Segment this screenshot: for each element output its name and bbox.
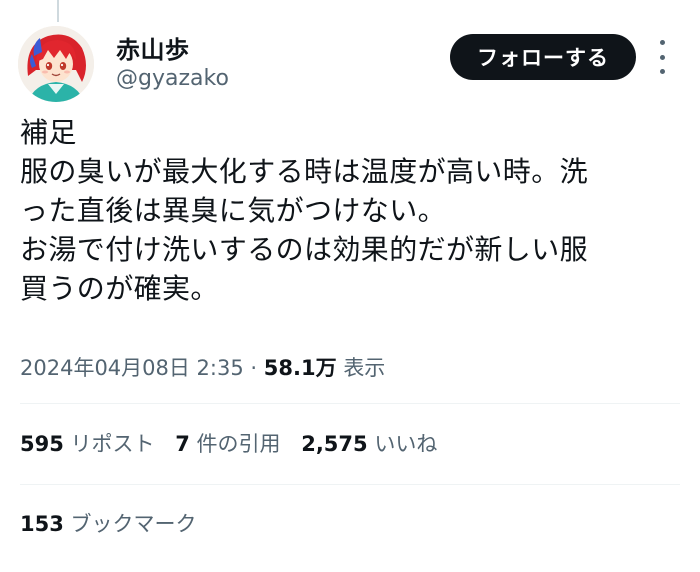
- tweet-meta: 2024年04月08日 2:35 · 58.1万 表示: [20, 352, 385, 382]
- thread-line: [57, 0, 59, 22]
- divider: [20, 403, 680, 404]
- tweet-line: 服の臭いが最大化する時は温度が高い時。洗: [20, 155, 589, 188]
- divider: [20, 484, 680, 485]
- quotes-stat[interactable]: 7 件の引用: [175, 432, 280, 456]
- tweet-line: 補足: [20, 116, 77, 149]
- quotes-count: 7: [175, 432, 190, 456]
- meta-separator: ·: [250, 356, 258, 380]
- more-options-icon[interactable]: [650, 40, 674, 74]
- author-handle[interactable]: @gyazako: [116, 66, 229, 91]
- tweet-line: お湯で付け洗いするのは効果的だが新しい服: [20, 233, 589, 266]
- more-dot: [659, 54, 665, 60]
- more-dot: [659, 69, 665, 74]
- author-display-name[interactable]: 赤山歩: [116, 30, 190, 65]
- likes-stat[interactable]: 2,575 いいね: [301, 432, 437, 456]
- views-count: 58.1万: [263, 356, 337, 380]
- quotes-label: 件の引用: [196, 432, 281, 456]
- views-label: 表示: [343, 356, 386, 380]
- follow-button[interactable]: フォローする: [450, 34, 636, 80]
- more-dot: [659, 40, 665, 45]
- anime-character-avatar-icon: [18, 26, 94, 102]
- tweet-timestamp[interactable]: 2024年04月08日 2:35: [20, 356, 244, 380]
- tweet-text: 補足 服の臭いが最大化する時は温度が高い時。洗 った直後は異臭に気がつけない。 …: [20, 113, 690, 308]
- reposts-count: 595: [20, 432, 64, 456]
- bookmarks-label: ブックマーク: [70, 512, 197, 536]
- tweet-line: 買うのが確実。: [20, 272, 219, 305]
- avatar[interactable]: [18, 26, 94, 102]
- likes-label: いいね: [374, 432, 438, 456]
- tweet-line: った直後は異臭に気がつけない。: [20, 194, 447, 227]
- reposts-stat[interactable]: 595 リポスト: [20, 432, 155, 456]
- engagement-stats: 595 リポスト 7 件の引用 2,575 いいね: [20, 428, 451, 458]
- likes-count: 2,575: [301, 432, 368, 456]
- reposts-label: リポスト: [70, 432, 155, 456]
- bookmarks-count: 153: [20, 512, 64, 536]
- bookmarks-stat[interactable]: 153 ブックマーク: [20, 508, 197, 538]
